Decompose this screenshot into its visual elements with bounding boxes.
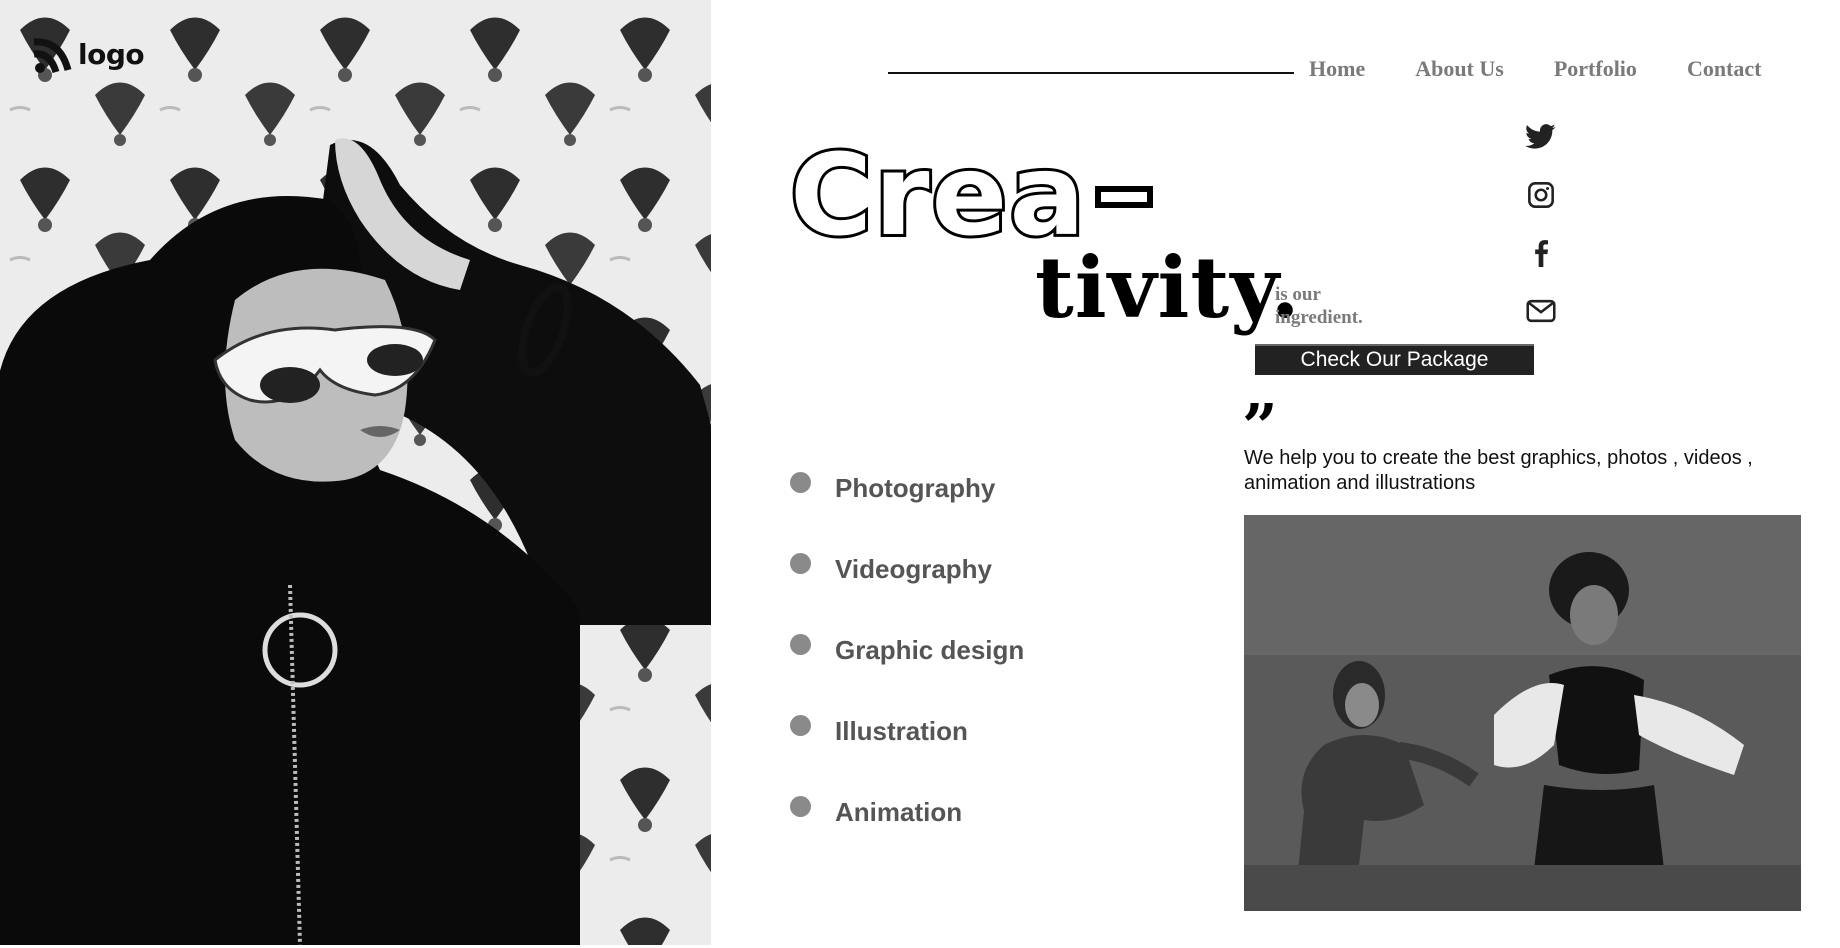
- bullet-icon: [790, 796, 811, 817]
- hero-title-part2: tivity.: [1035, 238, 1301, 337]
- bullet-icon: [790, 553, 811, 574]
- list-item[interactable]: Photography: [790, 448, 1024, 529]
- main-nav: Home About Us Portfolio Contact: [1309, 56, 1761, 82]
- hero-photo-illustration: [0, 0, 711, 945]
- bullet-icon: [790, 472, 811, 493]
- logo-text: logo: [78, 37, 145, 71]
- instagram-icon[interactable]: [1525, 180, 1557, 210]
- nav-divider-line: [888, 72, 1294, 74]
- service-label: Illustration: [835, 716, 968, 746]
- hero-photo: [0, 0, 711, 945]
- check-package-button[interactable]: Check Our Package: [1255, 344, 1534, 375]
- nav-portfolio[interactable]: Portfolio: [1554, 56, 1637, 82]
- list-item[interactable]: Illustration: [790, 691, 1024, 772]
- rss-style-logo-icon: [33, 38, 72, 74]
- hero-tagline: is our ingredient.: [1275, 284, 1363, 328]
- bullet-icon: [790, 715, 811, 736]
- list-item[interactable]: Graphic design: [790, 610, 1024, 691]
- nav-about-us[interactable]: About Us: [1415, 56, 1504, 82]
- hero-title-part1: Crea: [787, 137, 1153, 255]
- dancers-photo-illustration: [1244, 515, 1801, 911]
- logo[interactable]: logo: [32, 32, 145, 76]
- social-links: [1525, 122, 1557, 326]
- title-hyphen: [1094, 186, 1153, 209]
- service-label: Animation: [835, 797, 963, 827]
- twitter-icon[interactable]: [1525, 122, 1557, 152]
- service-label: Graphic design: [835, 635, 1025, 665]
- list-item[interactable]: Animation: [790, 772, 1024, 853]
- nav-home[interactable]: Home: [1309, 56, 1365, 82]
- service-label: Photography: [835, 473, 996, 503]
- mail-icon[interactable]: [1525, 296, 1557, 326]
- services-list: Photography Videography Graphic design I…: [790, 448, 1024, 853]
- facebook-icon[interactable]: [1525, 238, 1557, 268]
- list-item[interactable]: Videography: [790, 529, 1024, 610]
- nav-contact[interactable]: Contact: [1687, 56, 1762, 82]
- bullet-icon: [790, 634, 811, 655]
- quote-text: We help you to create the best graphics,…: [1244, 447, 1753, 494]
- service-label: Videography: [835, 554, 993, 584]
- dancers-photo: [1244, 515, 1801, 911]
